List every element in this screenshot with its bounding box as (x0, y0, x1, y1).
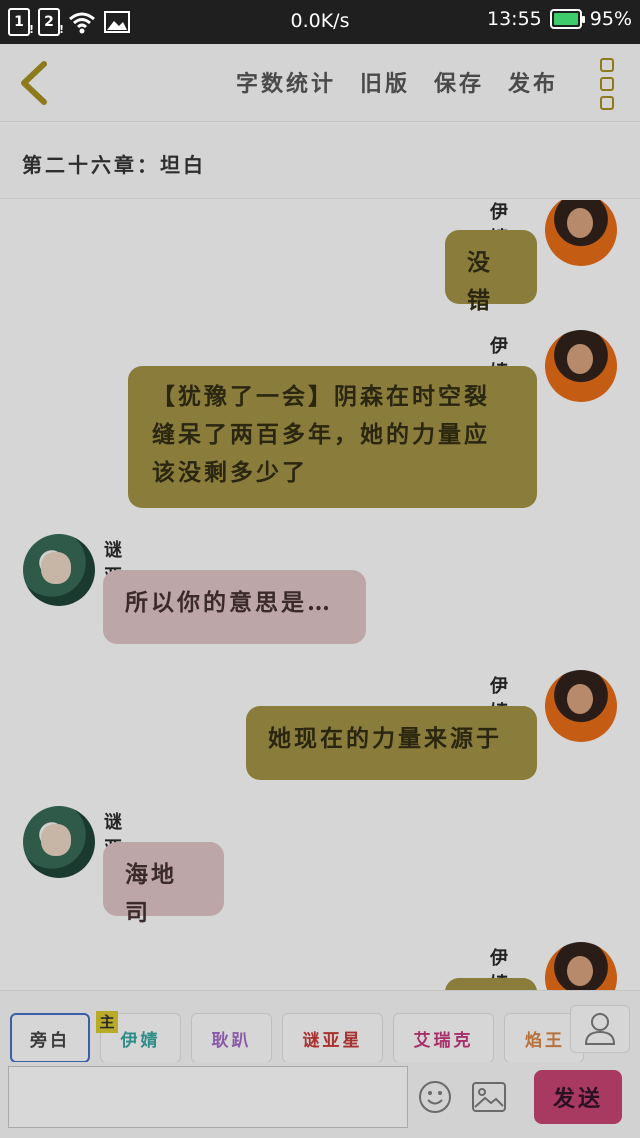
status-bar: 1! 2! 0.0K/s 13:55 95% (0, 0, 640, 44)
emoji-icon[interactable] (418, 1080, 452, 1114)
role-miyaxing[interactable]: 谜亚星 (282, 1013, 383, 1063)
message-line: 【犹豫了一会】阴森在时空裂 (152, 383, 490, 410)
editor-toolbar: 字数统计 旧版 保存 发布 (0, 44, 640, 122)
character-manager-button[interactable] (570, 1005, 630, 1053)
message-input[interactable] (8, 1066, 408, 1128)
input-bar: 发送 (0, 1062, 640, 1138)
save-button[interactable]: 保存 (434, 66, 484, 98)
message-line: 该没剩多少了 (152, 459, 308, 486)
role-label: 耿趴 (211, 1030, 252, 1051)
publish-button[interactable]: 发布 (508, 66, 558, 98)
battery-icon (549, 9, 585, 29)
role-narrator[interactable]: 旁白 (10, 1013, 90, 1063)
person-icon (584, 1013, 616, 1045)
role-label: 焰王 (525, 1030, 565, 1051)
role-label: 旁白 (30, 1030, 70, 1051)
message-bubble[interactable]: 【犹豫了一会】阴森在时空裂 缝呆了两百多年，她的力量应 该没剩多少了 (128, 366, 537, 508)
host-badge: 主 (96, 1011, 118, 1033)
avatar[interactable] (545, 942, 617, 990)
role-eric[interactable]: 艾瑞克 (393, 1013, 494, 1063)
chat-area[interactable]: 伊婧 没错 伊婧 【犹豫了一会】阴森在时空裂 缝呆了两百多年，她的力量应 该没剩… (0, 200, 640, 990)
role-gengpa[interactable]: 耿趴 (191, 1013, 272, 1063)
message-bubble[interactable] (445, 978, 537, 990)
message-bubble[interactable]: 海地司 (103, 842, 224, 926)
clock: 13:55 (487, 8, 542, 30)
back-arrow-icon[interactable] (16, 60, 52, 106)
old-version-button[interactable]: 旧版 (360, 66, 410, 98)
avatar[interactable] (23, 806, 95, 878)
role-label: 伊婧 (120, 1030, 161, 1051)
send-button[interactable]: 发送 (534, 1070, 622, 1124)
chapter-title: 第二十六章：坦白 (22, 153, 206, 177)
role-label: 艾瑞克 (413, 1030, 474, 1051)
message-bubble[interactable]: 所以你的意思是… (103, 570, 366, 644)
role-label: 谜亚星 (302, 1030, 363, 1051)
battery-percent: 95% (589, 8, 632, 30)
more-menu-icon[interactable] (600, 58, 616, 110)
message-bubble[interactable]: 没错 (445, 230, 537, 314)
avatar[interactable] (23, 534, 95, 606)
word-count-button[interactable]: 字数统计 (236, 66, 336, 98)
avatar[interactable] (545, 200, 617, 266)
message-line: 缝呆了两百多年，她的力量应 (152, 421, 490, 448)
chapter-header[interactable]: 第二十六章：坦白 (0, 123, 640, 199)
avatar[interactable] (545, 330, 617, 402)
avatar[interactable] (545, 670, 617, 742)
message-bubble[interactable]: 她现在的力量来源于 (246, 706, 537, 780)
role-selector-bar: 旁白 伊婧 主 耿趴 谜亚星 艾瑞克 焰王 (0, 990, 640, 1063)
image-icon[interactable] (472, 1082, 506, 1112)
